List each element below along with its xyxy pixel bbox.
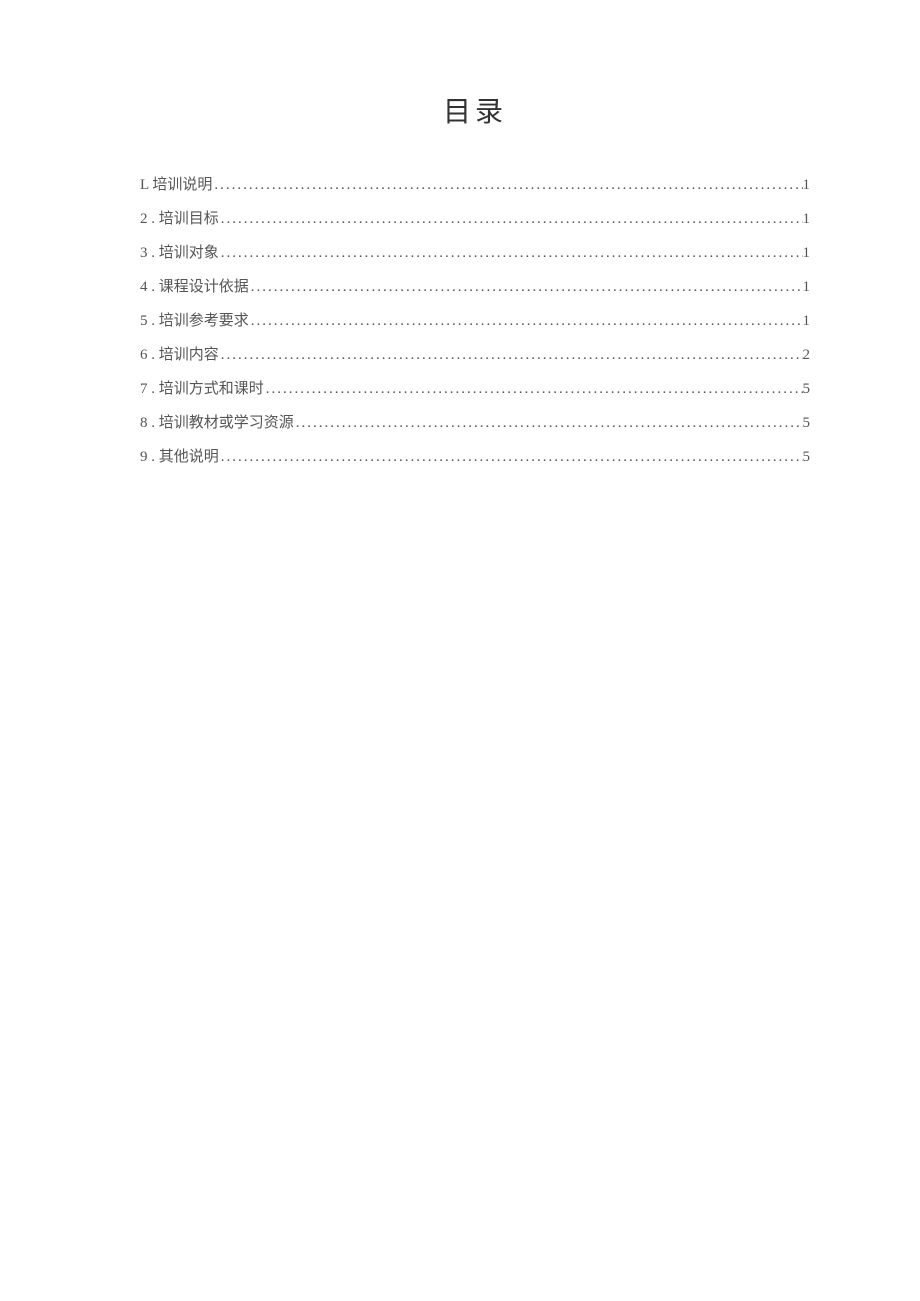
toc-item-label: 8 . 培训教材或学习资源 (140, 406, 294, 440)
page-container: 目录 L 培训说明 1 2 . 培训目标 1 3 . 培训对象 1 4 . 课程… (0, 0, 920, 474)
toc-item: 2 . 培训目标 1 (140, 202, 810, 236)
toc-item-page: 1 (803, 202, 811, 236)
toc-item-page: 1 (803, 304, 811, 338)
toc-title: 目录 (140, 90, 810, 130)
toc-dots (219, 202, 803, 236)
toc-item-label: 6 . 培训内容 (140, 338, 219, 372)
toc-item: 4 . 课程设计依据 1 (140, 270, 810, 304)
toc-item-page: 1 (803, 236, 811, 270)
toc-item: 5 . 培训参考要求 1 (140, 304, 810, 338)
toc-dots (249, 270, 803, 304)
toc-item-page: 2 (803, 338, 811, 372)
toc-item: 9 . 其他说明 5 (140, 440, 810, 474)
toc-item-label: 7 . 培训方式和课时 (140, 372, 264, 406)
toc-dots (219, 236, 803, 270)
toc-item: 6 . 培训内容 2 (140, 338, 810, 372)
toc-item-label: 4 . 课程设计依据 (140, 270, 249, 304)
toc-item-label: 2 . 培训目标 (140, 202, 219, 236)
toc-item: 3 . 培训对象 1 (140, 236, 810, 270)
toc-item: L 培训说明 1 (140, 168, 810, 202)
toc-dots (212, 168, 802, 202)
toc-item-page: 1 (803, 270, 811, 304)
toc-dots (264, 372, 803, 406)
toc-list: L 培训说明 1 2 . 培训目标 1 3 . 培训对象 1 4 . 课程设计依… (140, 168, 810, 474)
toc-item: 7 . 培训方式和课时 5 (140, 372, 810, 406)
toc-item: 8 . 培训教材或学习资源 5 (140, 406, 810, 440)
toc-item-label: 9 . 其他说明 (140, 440, 219, 474)
toc-item-page: 5 (803, 406, 811, 440)
toc-item-label: 5 . 培训参考要求 (140, 304, 249, 338)
toc-dots (219, 440, 803, 474)
toc-item-page: 1 (803, 168, 811, 202)
toc-dots (219, 338, 803, 372)
toc-dots (249, 304, 803, 338)
toc-item-label: 3 . 培训对象 (140, 236, 219, 270)
toc-item-label: L 培训说明 (140, 168, 212, 202)
toc-item-page: 5 (803, 440, 811, 474)
toc-item-page: 5 (803, 372, 811, 406)
toc-dots (294, 406, 803, 440)
